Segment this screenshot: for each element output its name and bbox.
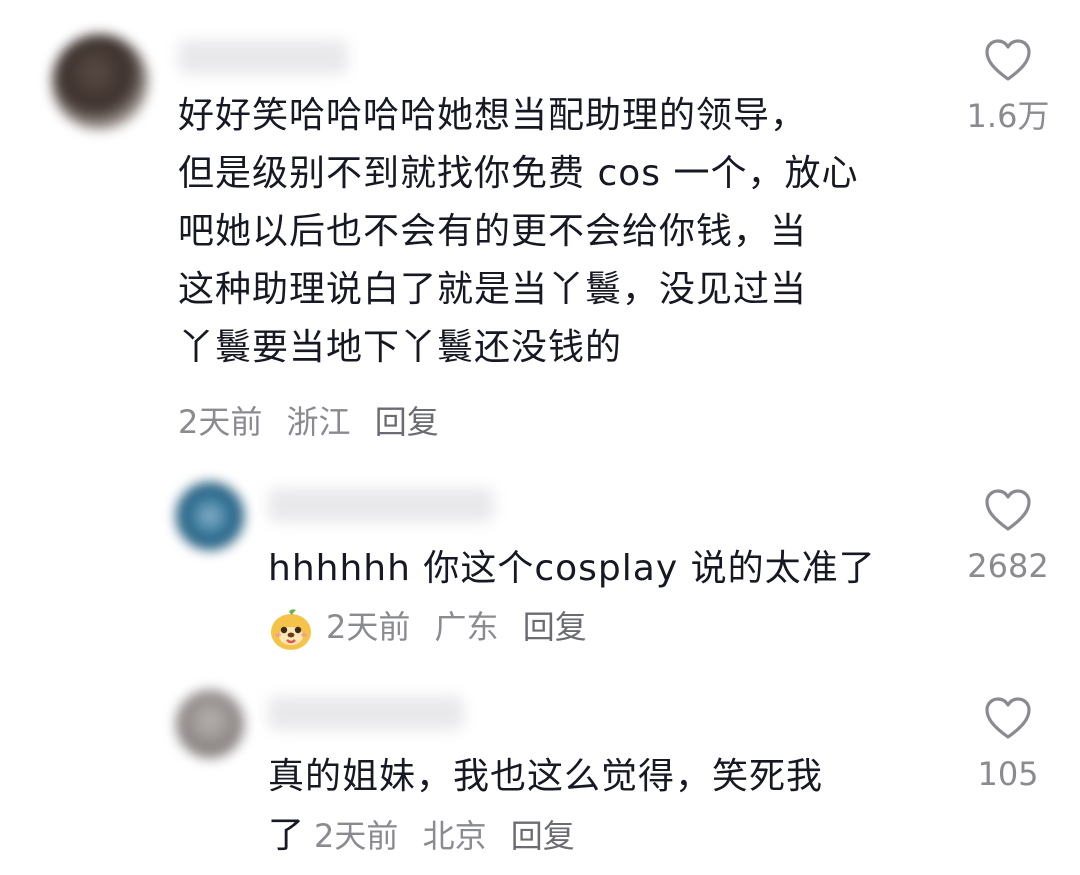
dog-face-emoji-icon <box>271 609 311 650</box>
like-button[interactable]: 1.6万 <box>958 38 1058 136</box>
heart-outline-icon <box>985 697 1031 739</box>
heart-outline-icon <box>985 489 1031 531</box>
comment-time: 2天前 <box>314 817 399 855</box>
comment-location: 广东 <box>434 608 499 646</box>
username-blurred[interactable] <box>268 488 494 522</box>
comment-time: 2天前 <box>326 608 411 646</box>
comment-location: 浙江 <box>286 403 351 441</box>
avatar[interactable] <box>52 34 148 130</box>
like-button[interactable]: 2682 <box>958 488 1058 586</box>
avatar[interactable] <box>176 482 244 550</box>
like-count: 1.6万 <box>966 97 1050 135</box>
like-button[interactable]: 105 <box>958 696 1058 794</box>
heart-outline-icon <box>985 39 1031 81</box>
comment-line: 但是级别不到就找你免费 cos 一个，放心 <box>178 153 859 194</box>
comment-line: 丫鬟要当地下丫鬟还没钱的 <box>178 327 623 368</box>
comment-line: 了 <box>268 815 305 856</box>
like-count: 2682 <box>967 547 1049 585</box>
avatar[interactable] <box>176 690 244 758</box>
username-blurred[interactable] <box>268 696 464 730</box>
comment-text: hhhhhh 你这个cosplay 说的太准了 <box>268 540 876 598</box>
comment-thread: 好好笑哈哈哈哈她想当配助理的领导， 但是级别不到就找你免费 cos 一个，放心 … <box>0 0 1080 875</box>
reply-button[interactable]: 回复 <box>523 608 587 646</box>
username-blurred[interactable] <box>178 40 348 74</box>
comment-text: 真的姐妹，我也这么觉得，笑死我 <box>268 748 823 806</box>
comment-meta: 了 2天前 北京 回复 <box>268 816 589 856</box>
like-count: 105 <box>977 755 1039 793</box>
reply-button[interactable]: 回复 <box>511 817 575 855</box>
comment-text: 好好笑哈哈哈哈她想当配助理的领导， 但是级别不到就找你免费 cos 一个，放心 … <box>178 87 858 377</box>
comment-meta: 2天前 广东 回复 <box>268 606 601 652</box>
comment-line: 真的姐妹，我也这么觉得，笑死我 <box>268 756 824 797</box>
comment-time: 2天前 <box>178 403 263 441</box>
comment-location: 北京 <box>422 817 487 855</box>
comment-meta: 2天前 浙江 回复 <box>178 402 453 442</box>
comment-line: 好好笑哈哈哈哈她想当配助理的领导， <box>178 95 808 136</box>
comment-line: 这种助理说白了就是当丫鬟，没见过当 <box>178 269 808 310</box>
reply-button[interactable]: 回复 <box>375 403 439 441</box>
comment-line: hhhhhh 你这个cosplay 说的太准了 <box>268 548 876 589</box>
comment-line: 吧她以后也不会有的更不会给你钱，当 <box>178 211 808 252</box>
